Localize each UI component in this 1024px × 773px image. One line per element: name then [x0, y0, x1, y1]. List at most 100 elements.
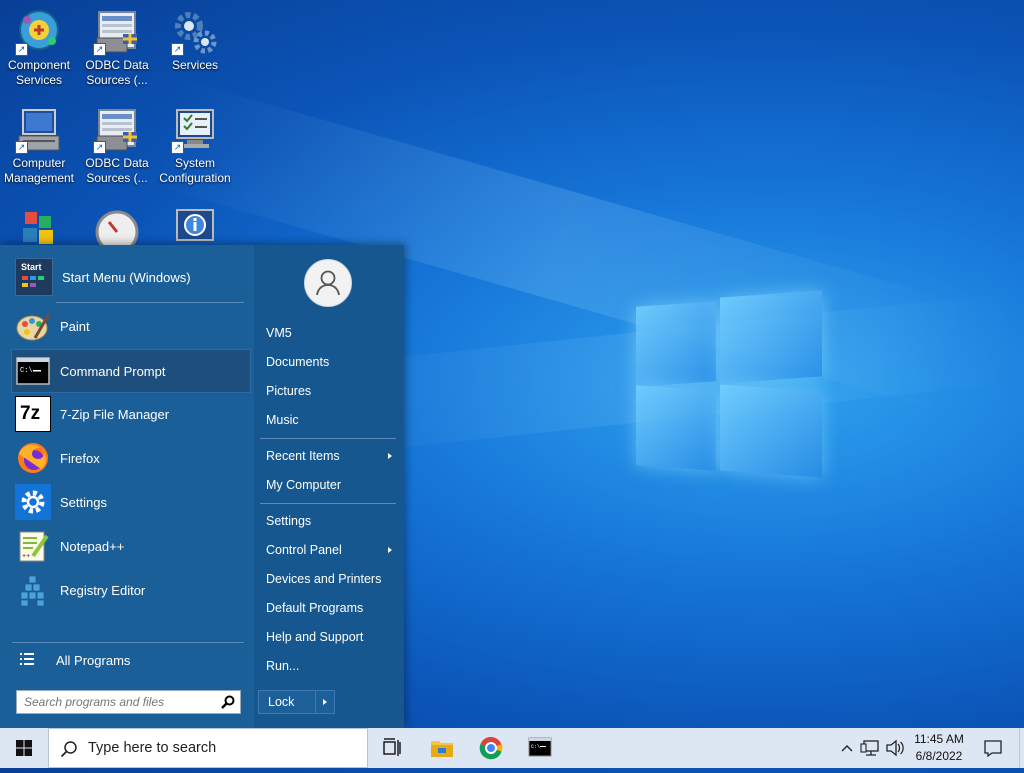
- desktop-icon-services[interactable]: ↗ Services: [156, 8, 234, 73]
- desktop-icon-label: Component Services: [7, 58, 71, 87]
- start-menu-item-label: Command Prompt: [60, 363, 166, 379]
- taskbar-chrome[interactable]: [471, 728, 511, 768]
- start-menu-item-notepadpp[interactable]: ++ Notepad++: [12, 525, 250, 567]
- desktop-icon-label: ODBC Data Sources (...: [85, 156, 149, 185]
- start-menu-item-registry-editor[interactable]: Registry Editor: [12, 569, 250, 611]
- submenu-arrow-icon: [388, 453, 392, 459]
- start-menu-item-firefox[interactable]: Firefox: [12, 437, 250, 479]
- task-view-icon: [383, 738, 401, 756]
- start-menu-places-pane: VM5 Documents Pictures Music Recent Item…: [254, 245, 404, 728]
- chevron-right-icon: [323, 699, 327, 705]
- task-view-button[interactable]: [372, 728, 412, 768]
- network-status-button[interactable]: [860, 728, 882, 768]
- places-item-my-computer[interactable]: My Computer: [266, 474, 396, 496]
- desktop-icon-odbc-data-sources[interactable]: ↗ ODBC Data Sources (...: [78, 8, 156, 88]
- places-item-pictures[interactable]: Pictures: [266, 380, 396, 402]
- start-menu-item-settings[interactable]: Settings: [12, 481, 250, 523]
- paint-icon: [15, 308, 51, 344]
- places-item-run[interactable]: Run...: [266, 655, 396, 677]
- places-item-devices-printers[interactable]: Devices and Printers: [266, 568, 396, 590]
- start-menu-item-label: Start Menu (Windows): [62, 269, 191, 285]
- list-icon: [12, 652, 42, 669]
- taskbar-command-prompt[interactable]: C:\: [520, 728, 560, 768]
- gears-icon: ↗: [171, 8, 219, 56]
- desktop-icon-computer-management[interactable]: ↗ Computer Management: [0, 106, 78, 186]
- taskbar-file-explorer[interactable]: [422, 728, 462, 768]
- places-item-control-panel[interactable]: Control Panel: [266, 539, 396, 561]
- volume-button[interactable]: [884, 728, 906, 768]
- places-item-label: Control Panel: [266, 543, 342, 557]
- system-configuration-icon: ↗: [171, 106, 219, 154]
- start-search-box[interactable]: [16, 690, 241, 714]
- component-services-icon: ↗: [15, 8, 63, 56]
- taskbar: Type here to search C:\ 11:45 AM 6/8/202…: [0, 728, 1024, 768]
- separator: [56, 302, 244, 303]
- clock-date: 6/8/2022: [915, 749, 963, 763]
- speaker-icon: [886, 739, 904, 757]
- start-menu-item-paint[interactable]: Paint: [12, 305, 250, 347]
- separator: [260, 438, 396, 439]
- folder-icon: [431, 741, 453, 757]
- places-item-user[interactable]: VM5: [266, 322, 396, 344]
- places-item-recent-items[interactable]: Recent Items: [266, 445, 396, 467]
- registry-icon: [15, 572, 51, 608]
- start-menu-item-start-menu-windows[interactable]: Start Start Menu (Windows): [12, 256, 250, 298]
- all-programs-label: All Programs: [56, 652, 131, 668]
- start-menu-item-command-prompt[interactable]: C:\ Command Prompt: [11, 349, 251, 393]
- chrome-icon: [479, 736, 503, 760]
- start-search-input[interactable]: [17, 691, 219, 713]
- desktop-icon-odbc-data-sources-2[interactable]: ↗ ODBC Data Sources (...: [78, 106, 156, 186]
- places-item-music[interactable]: Music: [266, 409, 396, 431]
- start-menu: Start Start Menu (Windows) Paint C:\ Com…: [0, 245, 404, 728]
- places-item-label: Recent Items: [266, 449, 340, 463]
- taskbar-search-placeholder: Type here to search: [88, 740, 217, 756]
- desktop-icon-system-configuration[interactable]: ↗ System Configuration: [156, 106, 234, 186]
- start-button[interactable]: [0, 728, 48, 768]
- start-menu-item-label: 7-Zip File Manager: [60, 406, 170, 422]
- shortcut-arrow-icon: ↗: [15, 141, 28, 154]
- clock[interactable]: 11:45 AM 6/8/2022: [906, 731, 972, 765]
- places-item-settings[interactable]: Settings: [266, 510, 396, 532]
- cmd-icon: C:\: [528, 737, 552, 757]
- clock-time: 11:45 AM: [914, 732, 964, 746]
- lock-button-label: Lock: [268, 695, 295, 709]
- shortcut-arrow-icon: ↗: [93, 43, 106, 56]
- start-menu-item-label: Registry Editor: [60, 582, 146, 598]
- shortcut-arrow-icon: ↗: [171, 43, 184, 56]
- desktop-icon-label: Computer Management: [3, 156, 75, 185]
- search-icon[interactable]: [221, 695, 235, 714]
- desktop-icon-label: Services: [171, 58, 218, 72]
- user-avatar[interactable]: [304, 259, 352, 307]
- separator: [12, 642, 244, 643]
- shortcut-arrow-icon: ↗: [15, 43, 28, 56]
- network-icon: [860, 740, 879, 756]
- 7zip-icon: 7z: [15, 396, 51, 432]
- odbc-icon: ↗: [93, 8, 141, 56]
- notification-icon: [984, 740, 1002, 758]
- submenu-arrow-icon: [388, 547, 392, 553]
- firefox-icon: [15, 440, 51, 476]
- chevron-up-icon: [841, 745, 853, 752]
- search-icon: [60, 740, 78, 763]
- windows-logo: [636, 290, 822, 480]
- start-menu-settings-icon: Start: [15, 258, 53, 296]
- svg-text:C:\: C:\: [20, 367, 33, 375]
- places-item-documents[interactable]: Documents: [266, 351, 396, 373]
- start-menu-item-7zip[interactable]: 7z 7-Zip File Manager: [12, 393, 250, 435]
- action-center-button[interactable]: [978, 728, 1008, 768]
- show-hidden-icons-button[interactable]: [838, 728, 856, 768]
- places-item-default-programs[interactable]: Default Programs: [266, 597, 396, 619]
- all-programs-button[interactable]: All Programs: [12, 647, 244, 673]
- taskbar-search-box[interactable]: Type here to search: [48, 728, 368, 768]
- show-desktop-button[interactable]: [1019, 728, 1024, 768]
- shutdown-options-button[interactable]: [315, 690, 335, 714]
- start-menu-item-label: Firefox: [60, 450, 100, 466]
- lock-button[interactable]: Lock: [258, 690, 316, 714]
- notepadpp-icon: ++: [15, 528, 51, 564]
- start-menu-item-label: Notepad++: [60, 538, 125, 554]
- desktop-icon-component-services[interactable]: ↗ Component Services: [0, 8, 78, 88]
- svg-text:C:\: C:\: [531, 744, 540, 750]
- places-item-help-support[interactable]: Help and Support: [266, 626, 396, 648]
- windows-icon: [16, 740, 32, 756]
- desktop-icon-label: ODBC Data Sources (...: [85, 58, 149, 87]
